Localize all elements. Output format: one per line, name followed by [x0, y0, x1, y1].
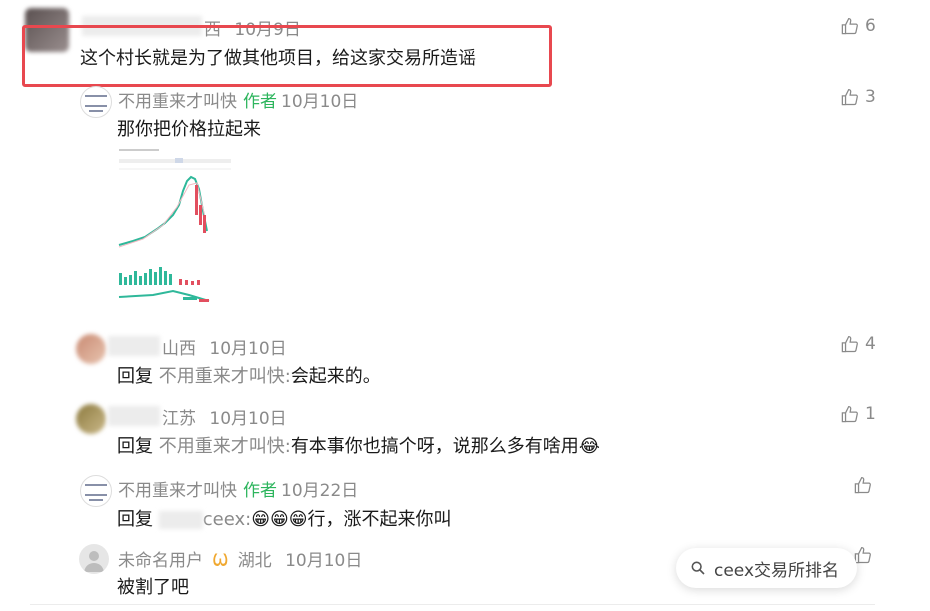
- avatar[interactable]: [76, 404, 106, 434]
- like-count: 3: [865, 87, 876, 107]
- like-button[interactable]: 3: [840, 87, 876, 107]
- location: 江苏: [162, 409, 196, 429]
- price-chart-thumbnail: [113, 145, 237, 305]
- reply-to-user[interactable]: 不用重来才叫快:: [159, 436, 291, 457]
- date: 10月10日: [285, 551, 363, 571]
- thumbs-up-icon: [841, 335, 858, 352]
- like-count: 1: [865, 404, 876, 424]
- reply-to-user[interactable]: ceex:: [203, 509, 251, 530]
- reply-prefix: 回复: [117, 436, 153, 457]
- reply-text: 有本事你也搞个呀，说那么多有啥用: [290, 436, 579, 457]
- comment-text: 那你把价格拉起来: [117, 119, 261, 140]
- laughing-emoji-icon: 😂: [578, 436, 600, 457]
- avatar[interactable]: [76, 334, 106, 364]
- author-badge: 作者: [243, 481, 277, 501]
- like-button[interactable]: 6: [840, 16, 876, 36]
- username-redacted: [158, 511, 203, 529]
- date: 10月10日: [281, 92, 359, 112]
- thumbs-up-icon: [841, 405, 858, 422]
- username-redacted: [108, 406, 160, 426]
- comment-meta: 不用重来才叫快 作者 10月22日: [118, 476, 358, 501]
- thumbs-up-icon: [841, 88, 858, 105]
- comment-meta: 江苏 10月10日: [162, 404, 287, 429]
- reply-text: 😁😁😁行，涨不起来你叫: [251, 509, 452, 530]
- date: 10月10日: [209, 409, 287, 429]
- divider: [30, 604, 875, 605]
- location: 山西: [162, 339, 196, 359]
- reply-prefix: 回复: [117, 366, 153, 387]
- thumbs-up-icon: [854, 476, 871, 494]
- author-badge: 作者: [243, 92, 277, 112]
- avatar[interactable]: [80, 86, 112, 118]
- reply-to-user[interactable]: 不用重来才叫快:: [159, 366, 291, 387]
- search-icon: [691, 561, 705, 575]
- comment-text: 回复 不用重来才叫快:会起来的。: [117, 362, 381, 388]
- like-button[interactable]: 4: [840, 334, 876, 354]
- location: 湖北: [237, 551, 272, 571]
- thumbs-up-icon: [841, 17, 858, 34]
- date: 10月22日: [281, 481, 359, 501]
- comment-text: 回复 不用重来才叫快:有本事你也搞个呀，说那么多有啥用😂: [117, 432, 600, 458]
- reply-prefix: 回复: [117, 509, 153, 530]
- reply-text: 会起来的。: [290, 366, 381, 387]
- comment-text: 这个村长就是为了做其他项目，给这家交易所造谣: [80, 48, 476, 69]
- comment-meta: 山西 10月10日: [162, 334, 287, 359]
- comment-meta: 不用重来才叫快 作者 10月10日: [118, 87, 358, 112]
- date: 10月10日: [209, 339, 287, 359]
- like-count: 4: [865, 334, 876, 354]
- username[interactable]: 不用重来才叫快: [118, 92, 237, 112]
- user-badge-icon: Ѡ: [212, 551, 229, 571]
- like-count: 6: [865, 16, 876, 36]
- default-avatar-icon[interactable]: [79, 544, 109, 574]
- comment-text: 回复 ceex:😁😁😁行，涨不起来你叫: [117, 505, 451, 531]
- like-button[interactable]: [853, 476, 878, 495]
- username[interactable]: 未命名用户: [118, 551, 203, 571]
- like-button[interactable]: [853, 546, 878, 565]
- username-redacted: [108, 336, 160, 356]
- search-suggestion-label: ceex交易所排名: [714, 560, 840, 581]
- username[interactable]: 不用重来才叫快: [118, 481, 237, 501]
- comment-text: 被割了吧: [117, 577, 189, 598]
- like-button[interactable]: 1: [840, 404, 876, 424]
- comment-meta: 未命名用户 Ѡ 湖北 10月10日: [118, 546, 362, 571]
- attached-chart-image[interactable]: [113, 145, 237, 305]
- avatar[interactable]: [80, 475, 112, 507]
- search-suggestion-button[interactable]: ceex交易所排名: [676, 548, 858, 588]
